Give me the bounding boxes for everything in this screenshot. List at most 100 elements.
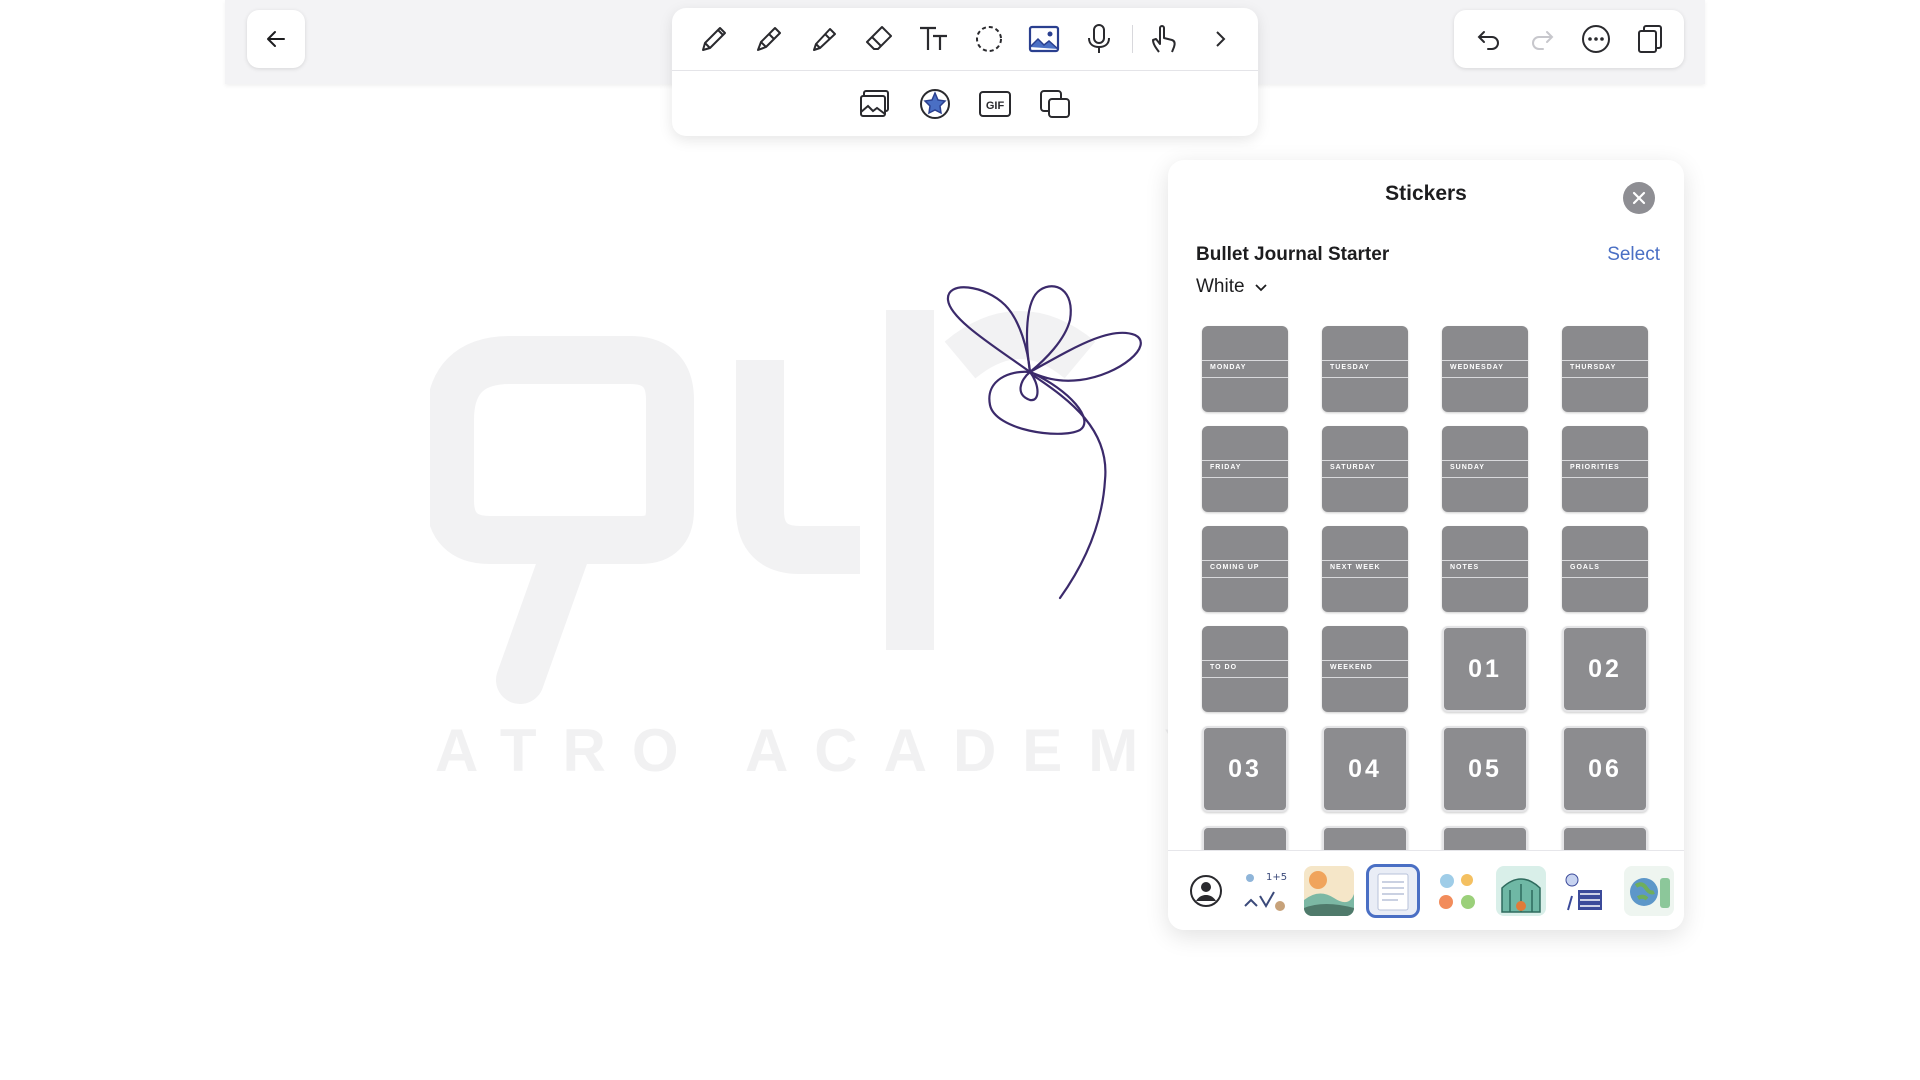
sticker-number[interactable]: 04 <box>1322 726 1408 812</box>
sticker-number[interactable]: 02 <box>1562 626 1648 712</box>
gif-label: GIF <box>986 100 1005 112</box>
sticker-partial[interactable] <box>1322 826 1408 850</box>
sticker-label[interactable]: WEEKEND <box>1322 626 1408 712</box>
lasso-tool[interactable] <box>967 17 1011 61</box>
more-icon <box>1581 25 1610 53</box>
image-icon <box>1027 22 1061 56</box>
image-tool[interactable] <box>1022 17 1066 61</box>
sticker-number-text: 01 <box>1468 654 1502 683</box>
greenhouse-pack[interactable] <box>1496 865 1546 916</box>
my-stickers-tab[interactable] <box>1186 871 1226 911</box>
sticker-number[interactable]: 05 <box>1442 726 1528 812</box>
photo-library-button[interactable] <box>853 82 897 126</box>
sticker-label[interactable]: THURSDAY <box>1562 326 1648 412</box>
person-circle-icon <box>1189 874 1223 908</box>
earth-pack[interactable] <box>1624 865 1674 916</box>
sticker-number[interactable]: 03 <box>1202 726 1288 812</box>
sticker-grid: MONDAY TUESDAY WEDNESDAY THURSDAY FRIDAY… <box>1190 322 1670 850</box>
document-actions <box>1454 10 1684 68</box>
variant-dropdown[interactable]: White <box>1196 276 1269 298</box>
sticker-label-text: SUNDAY <box>1450 464 1485 471</box>
doodle-pack[interactable]: 1+5 <box>1240 865 1290 916</box>
sticker-label[interactable]: NEXT WEEK <box>1322 526 1408 612</box>
sticker-label-text: COMING UP <box>1210 564 1260 571</box>
pen-tool[interactable] <box>747 17 791 61</box>
sticker-label[interactable]: MONDAY <box>1202 326 1288 412</box>
sticker-label[interactable]: PRIORITIES <box>1562 426 1648 512</box>
sticker-number-text: 03 <box>1228 754 1262 783</box>
pages-button[interactable] <box>1636 24 1664 54</box>
sticker-label[interactable]: WEDNESDAY <box>1442 326 1528 412</box>
highlighter-tool[interactable] <box>802 17 846 61</box>
sticker-partial[interactable] <box>1442 826 1528 850</box>
more-button[interactable] <box>1581 24 1611 54</box>
microphone-icon <box>1082 22 1116 56</box>
sticker-label-text: FRIDAY <box>1210 464 1242 471</box>
back-button[interactable] <box>247 10 305 68</box>
sticker-pack-name: Bullet Journal Starter <box>1196 244 1390 265</box>
sticker-pack-bar: 1+5 <box>1168 850 1684 930</box>
sticker-label-text: PRIORITIES <box>1570 464 1620 471</box>
flower-drawing <box>946 285 1142 600</box>
pencil-tool[interactable] <box>692 17 736 61</box>
watermark-text: ATRO ACADEMY <box>435 717 1231 784</box>
sticker-number-text: 05 <box>1468 754 1502 783</box>
food-pack[interactable] <box>1432 865 1482 916</box>
svg-text:1+5: 1+5 <box>1266 872 1287 883</box>
sticker-number-text: 02 <box>1588 654 1622 683</box>
more-tools-button[interactable] <box>1198 17 1242 61</box>
gif-button[interactable]: GIF <box>973 82 1017 126</box>
sticker-number[interactable]: 06 <box>1562 726 1648 812</box>
variant-label: White <box>1196 276 1245 297</box>
pages-icon <box>1637 25 1662 53</box>
eraser-icon <box>862 22 896 56</box>
copy-sticker-button[interactable] <box>1033 82 1077 126</box>
sticker-partial[interactable] <box>1562 826 1648 850</box>
text-icon <box>917 22 951 56</box>
sticker-label[interactable]: FRIDAY <box>1202 426 1288 512</box>
sticker-label[interactable]: TUESDAY <box>1322 326 1408 412</box>
sticker-label-text: TUESDAY <box>1330 364 1370 371</box>
bullet-journal-pack[interactable] <box>1366 863 1420 918</box>
sticker-label-text: NEXT WEEK <box>1330 564 1381 571</box>
select-button[interactable]: Select <box>1600 244 1660 266</box>
close-panel-button[interactable] <box>1623 182 1655 214</box>
sticker-label[interactable]: GOALS <box>1562 526 1648 612</box>
sticker-number-text: 06 <box>1588 754 1622 783</box>
text-tool[interactable] <box>912 17 956 61</box>
audio-tool[interactable] <box>1077 17 1121 61</box>
sticker-partial[interactable] <box>1202 826 1288 850</box>
sticker-label-text: THURSDAY <box>1570 364 1617 371</box>
school-pack[interactable] <box>1560 865 1610 916</box>
undo-button[interactable] <box>1475 25 1503 53</box>
finger-touch-icon <box>1148 22 1182 56</box>
sticker-label-text: GOALS <box>1570 564 1600 571</box>
lasso-icon <box>972 22 1006 56</box>
sticker-label-text: MONDAY <box>1210 364 1247 371</box>
sticker-label[interactable]: NOTES <box>1442 526 1528 612</box>
sticker-number[interactable]: 01 <box>1442 626 1528 712</box>
copy-sticker-icon <box>1038 87 1072 121</box>
photo-library-icon <box>858 87 892 121</box>
tool-palette: GIF <box>672 8 1258 136</box>
toolbar-divider <box>1132 25 1133 53</box>
undo-icon <box>1477 31 1499 50</box>
sticker-icon <box>918 87 952 121</box>
sticker-label[interactable]: COMING UP <box>1202 526 1288 612</box>
redo-button[interactable] <box>1528 25 1556 53</box>
highlighter-icon <box>807 22 841 56</box>
sticker-label[interactable]: SATURDAY <box>1322 426 1408 512</box>
sticker-label[interactable]: SUNDAY <box>1442 426 1528 512</box>
stickers-button[interactable] <box>913 82 957 126</box>
gif-icon: GIF <box>978 87 1012 121</box>
sticker-label-text: WEDNESDAY <box>1450 364 1504 371</box>
sticker-label[interactable]: TO DO <box>1202 626 1288 712</box>
panel-title: Stickers <box>1385 182 1467 205</box>
arrow-left-icon <box>264 27 288 51</box>
landscape-pack[interactable] <box>1304 865 1354 916</box>
sticker-label-text: WEEKEND <box>1330 664 1373 671</box>
touch-draw-tool[interactable] <box>1143 17 1187 61</box>
sticker-label-text: TO DO <box>1210 664 1238 671</box>
sticker-label-text: SATURDAY <box>1330 464 1376 471</box>
eraser-tool[interactable] <box>857 17 901 61</box>
